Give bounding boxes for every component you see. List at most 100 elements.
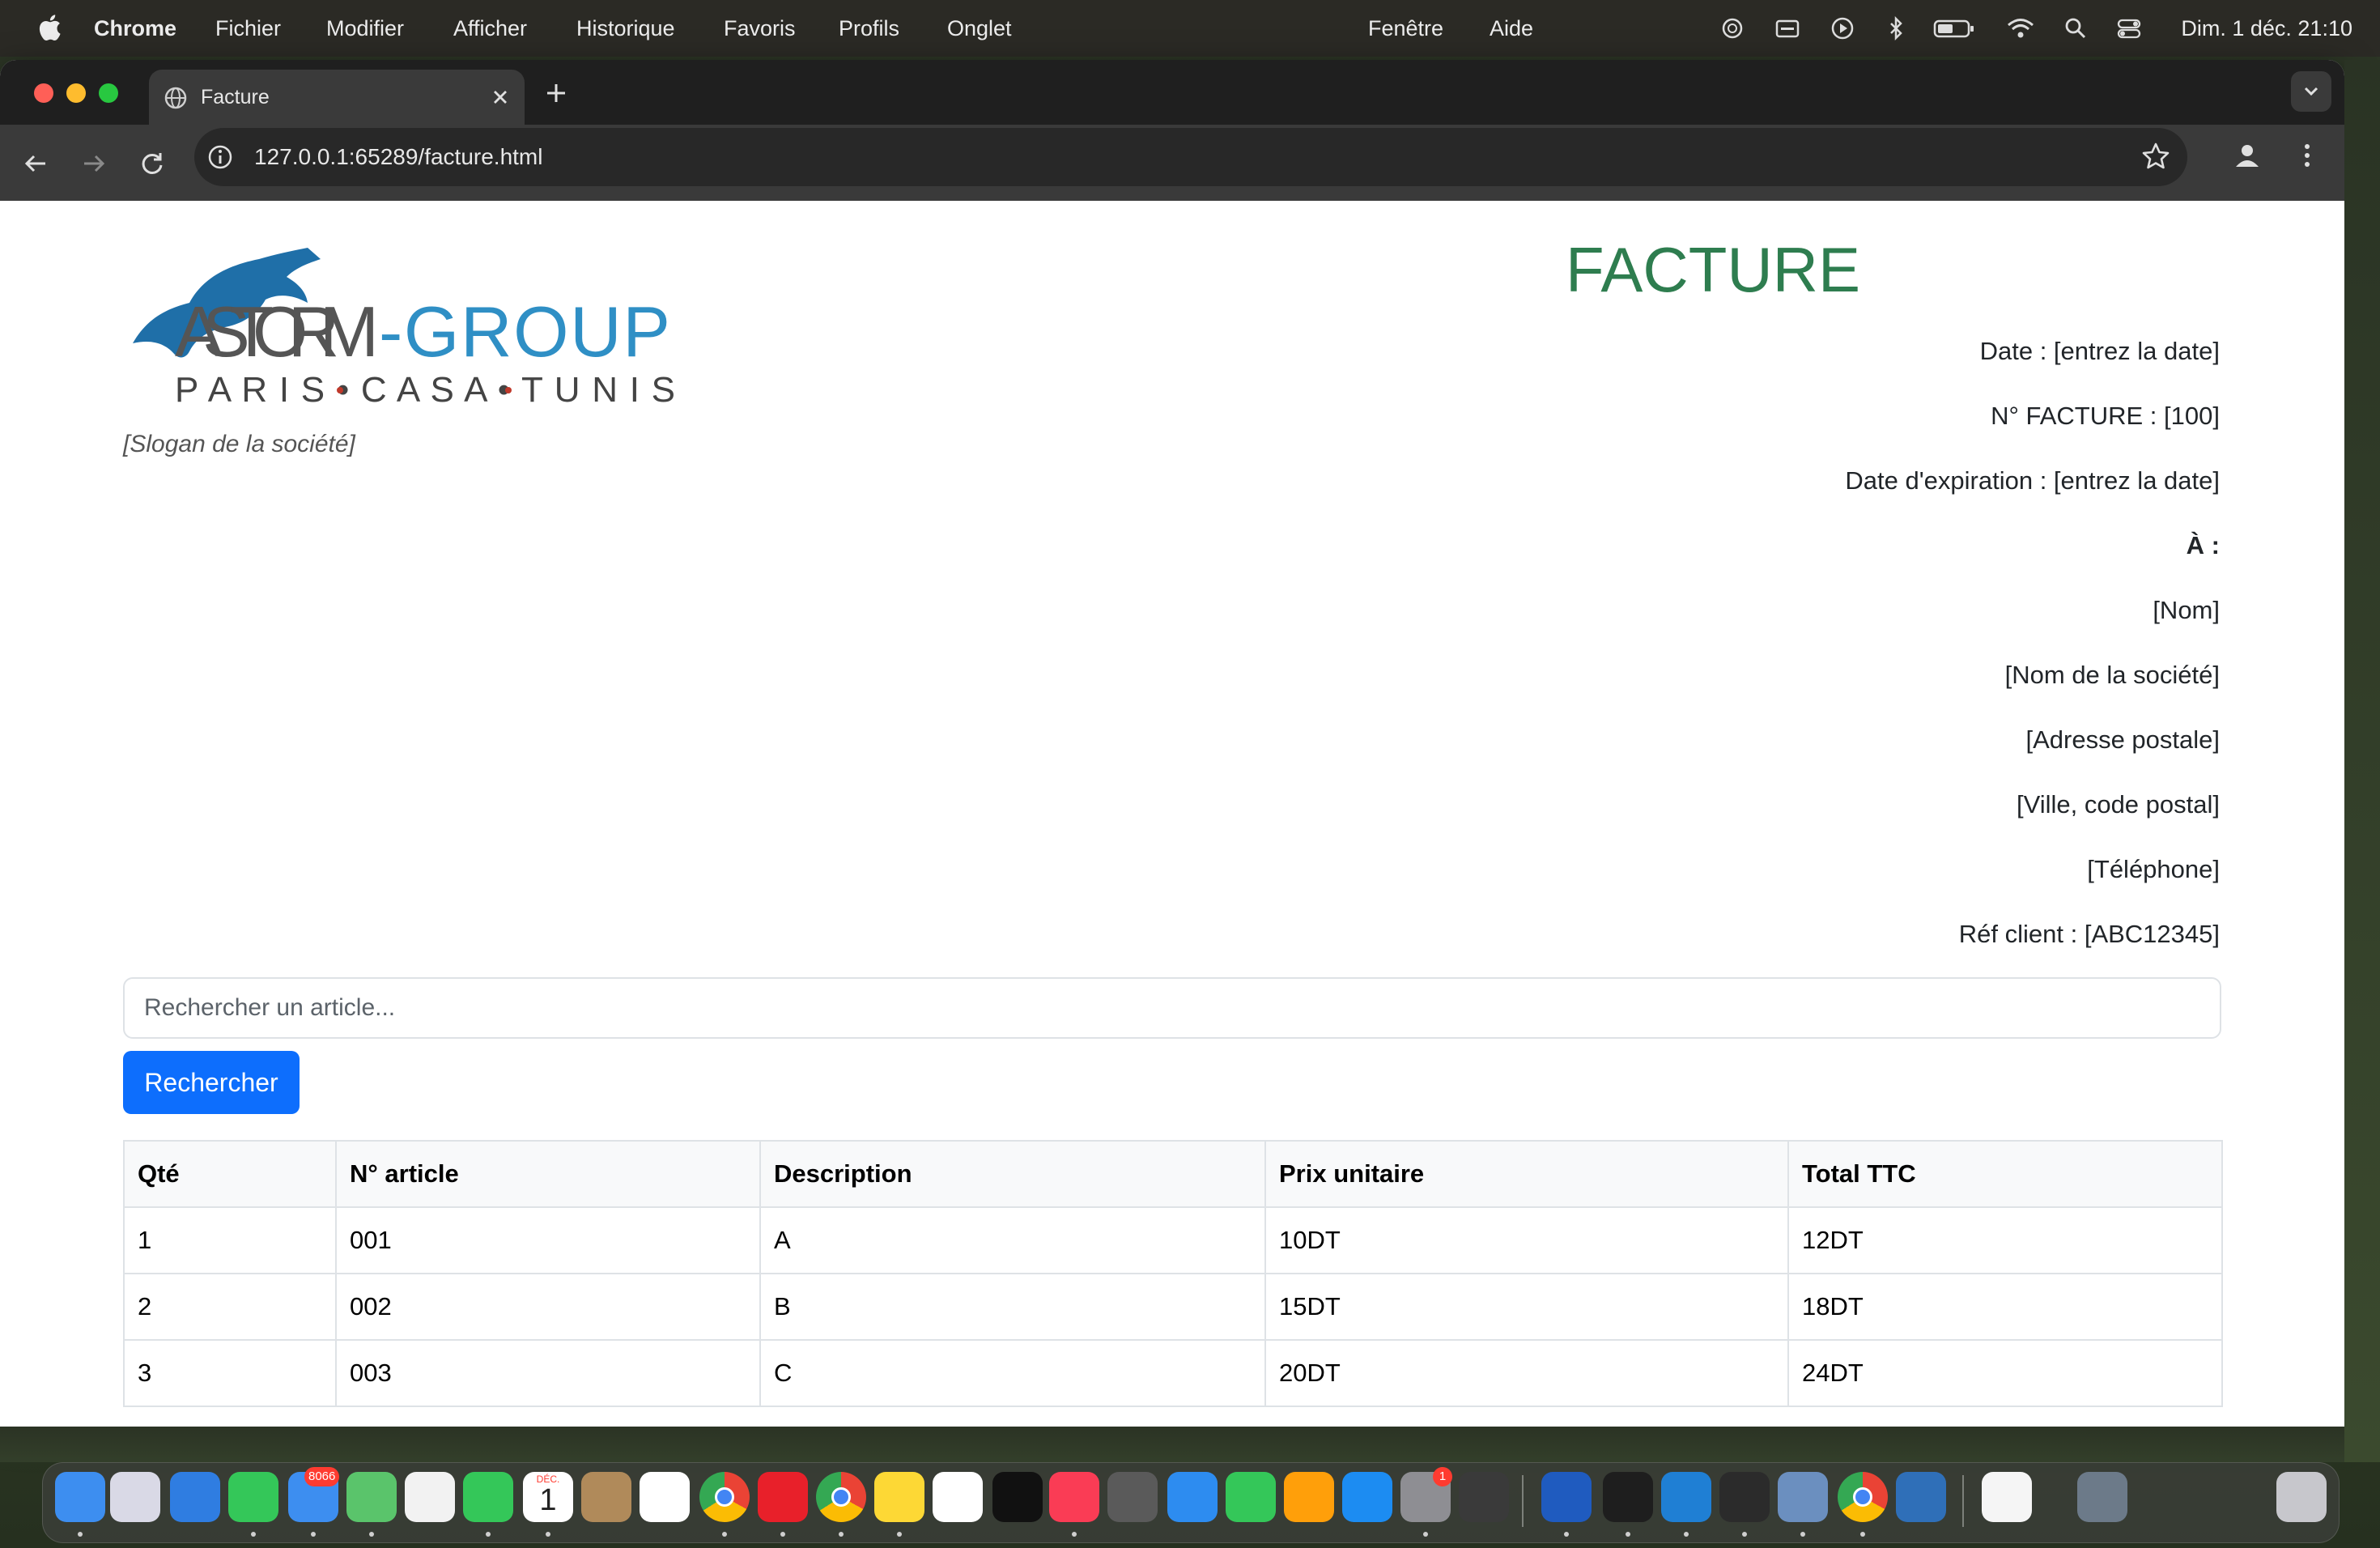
fullscreen-window-button[interactable] bbox=[99, 83, 118, 103]
chatgpt-icon[interactable] bbox=[1719, 1472, 1770, 1522]
messages-icon[interactable] bbox=[228, 1472, 278, 1522]
site-info-icon[interactable] bbox=[206, 142, 235, 172]
pages-icon[interactable] bbox=[1284, 1472, 1334, 1522]
apple-logo-icon[interactable] bbox=[37, 13, 62, 42]
dock-separator bbox=[1522, 1475, 1524, 1527]
more-menu-icon[interactable] bbox=[2291, 139, 2323, 172]
pen-icon[interactable] bbox=[1459, 1472, 1509, 1522]
mail-unread-badge: 8066 bbox=[304, 1467, 340, 1486]
menu-afficher[interactable]: Afficher bbox=[453, 0, 527, 57]
play-icon[interactable] bbox=[1830, 16, 1855, 40]
document-icon[interactable] bbox=[1982, 1472, 2032, 1522]
menu-fenetre[interactable]: Fenêtre bbox=[1368, 0, 1443, 57]
running-indicator bbox=[722, 1532, 727, 1537]
menubar-clock[interactable]: Dim. 1 déc. 21:10 bbox=[2181, 0, 2352, 57]
invoice-date: Date : [entrez la date] bbox=[1979, 337, 2220, 365]
running-indicator bbox=[780, 1532, 785, 1537]
settings-update-badge: 1 bbox=[1433, 1467, 1452, 1486]
freeform-icon[interactable] bbox=[933, 1472, 983, 1522]
reload-icon[interactable] bbox=[138, 149, 167, 178]
finder-icon[interactable] bbox=[55, 1472, 105, 1522]
preview-icon[interactable] bbox=[1778, 1472, 1828, 1522]
app-store-icon[interactable] bbox=[1342, 1472, 1392, 1522]
control-center-icon[interactable] bbox=[2116, 16, 2142, 40]
menu-profils[interactable]: Profils bbox=[839, 0, 899, 57]
downloads-stack-icon[interactable] bbox=[2077, 1472, 2127, 1522]
running-indicator bbox=[369, 1532, 374, 1537]
chrome-2-icon[interactable] bbox=[1838, 1472, 1888, 1522]
facetime-icon[interactable] bbox=[463, 1472, 513, 1522]
music-icon[interactable] bbox=[1049, 1472, 1099, 1522]
contacts-icon[interactable] bbox=[581, 1472, 631, 1522]
close-window-button[interactable] bbox=[34, 83, 53, 103]
cell-description: C bbox=[759, 1339, 1266, 1407]
opera-icon[interactable] bbox=[758, 1472, 808, 1522]
running-indicator bbox=[78, 1532, 83, 1537]
menu-aide[interactable]: Aide bbox=[1490, 0, 1533, 57]
reminders-icon[interactable] bbox=[640, 1472, 690, 1522]
battery-icon[interactable] bbox=[1933, 16, 1975, 40]
table-row: 2 002 B 15DT 18DT bbox=[123, 1273, 2223, 1341]
table-header-row: Qté N° article Description Prix unitaire… bbox=[123, 1140, 2223, 1208]
safari-icon[interactable] bbox=[170, 1472, 220, 1522]
column-header-description: Description bbox=[759, 1140, 1266, 1208]
screen-app-icon[interactable] bbox=[1896, 1472, 1946, 1522]
photos-icon[interactable] bbox=[405, 1472, 455, 1522]
tab-search-button[interactable] bbox=[2291, 71, 2331, 112]
address-bar[interactable]: 127.0.0.1:65289/facture.html bbox=[194, 128, 2187, 186]
vscode-icon[interactable] bbox=[1661, 1472, 1711, 1522]
menu-fichier[interactable]: Fichier bbox=[215, 0, 281, 57]
menu-historique[interactable]: Historique bbox=[576, 0, 675, 57]
client-name: [Nom] bbox=[2153, 596, 2220, 624]
back-arrow-icon[interactable] bbox=[21, 149, 50, 178]
tab-facture[interactable]: Facture bbox=[149, 70, 525, 125]
bookmark-star-icon[interactable] bbox=[2140, 141, 2171, 172]
table-row: 3 003 C 20DT 24DT bbox=[123, 1339, 2223, 1407]
chatgpt-icon[interactable] bbox=[1719, 16, 1745, 40]
cell-total: 12DT bbox=[1787, 1206, 2223, 1274]
article-search-input[interactable] bbox=[123, 977, 2221, 1039]
spotlight-icon[interactable] bbox=[2063, 16, 2089, 40]
tv-icon[interactable] bbox=[992, 1472, 1043, 1522]
chrome-center-icon bbox=[715, 1487, 734, 1507]
launchpad-icon[interactable] bbox=[110, 1472, 160, 1522]
menu-modifier[interactable]: Modifier bbox=[326, 0, 404, 57]
notes-icon[interactable] bbox=[874, 1472, 924, 1522]
minimize-window-button[interactable] bbox=[66, 83, 86, 103]
trash-icon[interactable] bbox=[2276, 1472, 2327, 1522]
table-row: 1 001 A 10DT 12DT bbox=[123, 1206, 2223, 1274]
cell-qty: 3 bbox=[123, 1339, 337, 1407]
maps-icon[interactable] bbox=[346, 1472, 397, 1522]
svg-text:-GROUP: -GROUP bbox=[379, 291, 669, 372]
keynote-icon[interactable] bbox=[1167, 1472, 1218, 1522]
close-tab-icon[interactable] bbox=[487, 84, 513, 110]
running-indicator bbox=[1742, 1532, 1747, 1537]
calendar-icon[interactable]: DÉC. 1 bbox=[523, 1472, 573, 1522]
terminal-icon[interactable] bbox=[1603, 1472, 1653, 1522]
word-icon[interactable] bbox=[1541, 1472, 1592, 1522]
running-indicator bbox=[897, 1532, 902, 1537]
menu-favoris[interactable]: Favoris bbox=[724, 0, 796, 57]
cell-article-number: 001 bbox=[335, 1206, 761, 1274]
globe-icon bbox=[164, 87, 187, 109]
chrome-alt-icon[interactable] bbox=[816, 1472, 866, 1522]
help-icon[interactable] bbox=[1107, 1472, 1158, 1522]
cell-qty: 1 bbox=[123, 1206, 337, 1274]
menu-onglet[interactable]: Onglet bbox=[947, 0, 1012, 57]
desktop-strip bbox=[0, 1427, 2380, 1462]
bluetooth-icon[interactable] bbox=[1883, 16, 1909, 40]
wifi-icon[interactable] bbox=[2006, 16, 2035, 40]
running-indicator bbox=[486, 1532, 491, 1537]
numbers-icon[interactable] bbox=[1226, 1472, 1276, 1522]
forward-arrow-icon[interactable] bbox=[79, 149, 108, 178]
new-tab-plus-icon[interactable] bbox=[542, 79, 570, 107]
svg-text:P A R I S • C A S A • T U N I: P A R I S • C A S A • T U N I S bbox=[175, 370, 675, 410]
cell-unit-price: 10DT bbox=[1264, 1206, 1789, 1274]
search-button[interactable]: Rechercher bbox=[123, 1051, 300, 1114]
profile-avatar-icon[interactable] bbox=[2231, 139, 2263, 172]
menu-app-chrome[interactable]: Chrome bbox=[94, 0, 176, 57]
cell-article-number: 003 bbox=[335, 1339, 761, 1407]
url-text[interactable]: 127.0.0.1:65289/facture.html bbox=[254, 128, 542, 186]
chrome-icon[interactable] bbox=[699, 1472, 750, 1522]
keyboard-icon[interactable] bbox=[1774, 16, 1800, 40]
